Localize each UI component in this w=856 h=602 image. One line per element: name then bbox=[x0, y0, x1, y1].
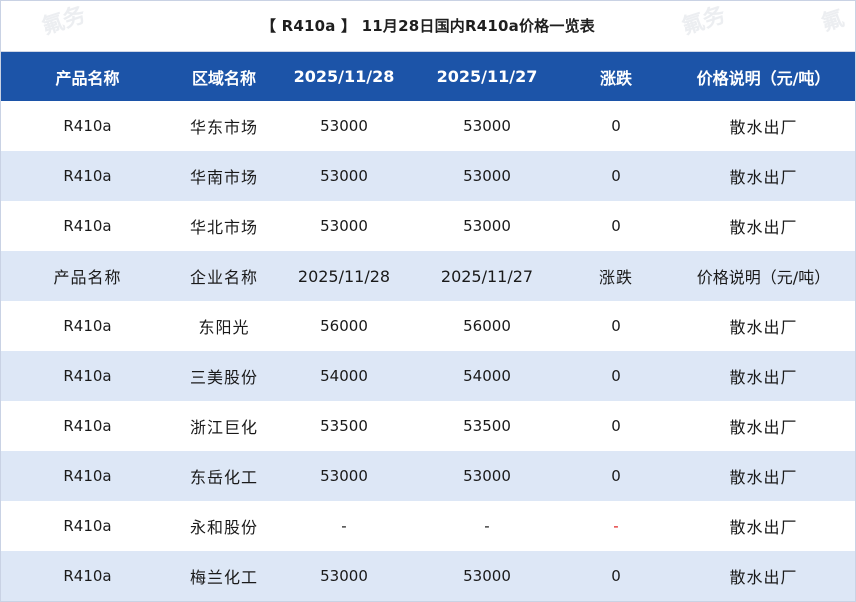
subheader-company: 企业名称 bbox=[174, 251, 274, 301]
table-row: R410a 永和股份 - - - 散水出厂 bbox=[1, 501, 855, 551]
cell-price-note: 散水出厂 bbox=[672, 151, 855, 201]
cell-company: 浙江巨化 bbox=[174, 401, 274, 451]
table-row: R410a 华北市场 53000 53000 0 散水出厂 bbox=[1, 201, 855, 251]
cell-price-1: 53000 bbox=[274, 151, 414, 201]
table-row: R410a 梅兰化工 53000 53000 0 散水出厂 bbox=[1, 551, 855, 601]
cell-change: 0 bbox=[560, 451, 672, 501]
cell-price-1: 54000 bbox=[274, 351, 414, 401]
cell-price-2: 56000 bbox=[414, 301, 560, 351]
subheader-date-2: 2025/11/27 bbox=[414, 251, 560, 301]
cell-product: R410a bbox=[1, 101, 174, 151]
header-price-note: 价格说明（元/吨） bbox=[672, 52, 855, 101]
price-table: 产品名称 区域名称 2025/11/28 2025/11/27 涨跌 价格说明（… bbox=[1, 52, 855, 601]
cell-region: 华东市场 bbox=[174, 101, 274, 151]
cell-price-note: 散水出厂 bbox=[672, 301, 855, 351]
cell-price-1: 53000 bbox=[274, 201, 414, 251]
cell-company: 梅兰化工 bbox=[174, 551, 274, 601]
subheader-product: 产品名称 bbox=[1, 251, 174, 301]
cell-price-note: 散水出厂 bbox=[672, 351, 855, 401]
cell-price-2: 53000 bbox=[414, 551, 560, 601]
cell-price-1: 56000 bbox=[274, 301, 414, 351]
cell-price-1: 53000 bbox=[274, 101, 414, 151]
cell-price-2: 54000 bbox=[414, 351, 560, 401]
cell-price-2: 53000 bbox=[414, 451, 560, 501]
cell-price-1: 53000 bbox=[274, 451, 414, 501]
cell-company: 三美股份 bbox=[174, 351, 274, 401]
cell-price-2: - bbox=[414, 501, 560, 551]
cell-region: 华北市场 bbox=[174, 201, 274, 251]
price-table-sheet: 氟务 氟务 氟 【 R410a 】 11月28日国内R410a价格一览表 产品名… bbox=[0, 0, 856, 602]
table-header-row: 产品名称 区域名称 2025/11/28 2025/11/27 涨跌 价格说明（… bbox=[1, 52, 855, 101]
cell-change: 0 bbox=[560, 351, 672, 401]
cell-product: R410a bbox=[1, 151, 174, 201]
cell-product: R410a bbox=[1, 301, 174, 351]
table-row: R410a 三美股份 54000 54000 0 散水出厂 bbox=[1, 351, 855, 401]
cell-product: R410a bbox=[1, 501, 174, 551]
table-subheader-row: 产品名称 企业名称 2025/11/28 2025/11/27 涨跌 价格说明（… bbox=[1, 251, 855, 301]
table-row: R410a 华东市场 53000 53000 0 散水出厂 bbox=[1, 101, 855, 151]
cell-price-note: 散水出厂 bbox=[672, 101, 855, 151]
cell-change: 0 bbox=[560, 151, 672, 201]
header-change: 涨跌 bbox=[560, 52, 672, 101]
cell-price-note: 散水出厂 bbox=[672, 551, 855, 601]
cell-price-1: 53500 bbox=[274, 401, 414, 451]
cell-price-note: 散水出厂 bbox=[672, 401, 855, 451]
cell-change: 0 bbox=[560, 301, 672, 351]
cell-price-1: 53000 bbox=[274, 551, 414, 601]
cell-product: R410a bbox=[1, 451, 174, 501]
header-product: 产品名称 bbox=[1, 52, 174, 101]
cell-region: 华南市场 bbox=[174, 151, 274, 201]
cell-price-note: 散水出厂 bbox=[672, 201, 855, 251]
cell-change: 0 bbox=[560, 101, 672, 151]
cell-change: 0 bbox=[560, 201, 672, 251]
subheader-date-1: 2025/11/28 bbox=[274, 251, 414, 301]
table-title: 【 R410a 】 11月28日国内R410a价格一览表 bbox=[1, 1, 855, 52]
cell-change: - bbox=[560, 501, 672, 551]
header-region: 区域名称 bbox=[174, 52, 274, 101]
header-date-1: 2025/11/28 bbox=[274, 52, 414, 101]
cell-company: 东岳化工 bbox=[174, 451, 274, 501]
cell-change: 0 bbox=[560, 551, 672, 601]
table-row: R410a 东岳化工 53000 53000 0 散水出厂 bbox=[1, 451, 855, 501]
cell-price-note: 散水出厂 bbox=[672, 451, 855, 501]
subheader-change: 涨跌 bbox=[560, 251, 672, 301]
header-date-2: 2025/11/27 bbox=[414, 52, 560, 101]
subheader-price-note: 价格说明（元/吨） bbox=[672, 251, 855, 301]
cell-product: R410a bbox=[1, 551, 174, 601]
table-row: R410a 东阳光 56000 56000 0 散水出厂 bbox=[1, 301, 855, 351]
cell-price-1: - bbox=[274, 501, 414, 551]
cell-price-2: 53000 bbox=[414, 151, 560, 201]
cell-price-note: 散水出厂 bbox=[672, 501, 855, 551]
cell-change: 0 bbox=[560, 401, 672, 451]
table-row: R410a 华南市场 53000 53000 0 散水出厂 bbox=[1, 151, 855, 201]
cell-company: 东阳光 bbox=[174, 301, 274, 351]
cell-product: R410a bbox=[1, 201, 174, 251]
cell-price-2: 53000 bbox=[414, 101, 560, 151]
cell-product: R410a bbox=[1, 401, 174, 451]
table-row: R410a 浙江巨化 53500 53500 0 散水出厂 bbox=[1, 401, 855, 451]
cell-company: 永和股份 bbox=[174, 501, 274, 551]
cell-price-2: 53000 bbox=[414, 201, 560, 251]
cell-price-2: 53500 bbox=[414, 401, 560, 451]
cell-product: R410a bbox=[1, 351, 174, 401]
